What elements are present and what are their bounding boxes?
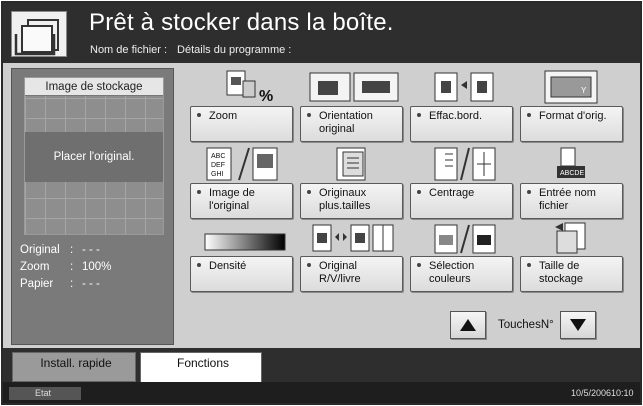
original-orientation-button[interactable]: Orientation original (300, 106, 403, 142)
program-details-label: Détails du programme : (177, 44, 292, 56)
centering-button[interactable]: Centrage (410, 183, 513, 219)
scroll-up-button[interactable] (450, 311, 486, 339)
mixed-size-icon (336, 147, 366, 181)
scroll-label: TouchesN° (498, 319, 554, 331)
filename-label: Nom de fichier : (90, 44, 168, 56)
duplex-book-icon (312, 224, 394, 252)
status-zoom: Zoom: 100% (20, 261, 112, 273)
svg-text:ABC: ABC (211, 153, 225, 160)
centering-icon (434, 147, 496, 181)
page-title: Prêt à stocker dans la boîte. (89, 9, 394, 36)
screen: Prêt à stocker dans la boîte. Nom de fic… (1, 1, 642, 405)
color-selection-button[interactable]: Sélection couleurs (410, 256, 513, 292)
triangle-up-icon (460, 319, 476, 331)
svg-text:%: % (259, 88, 273, 105)
tab-quick-setup[interactable]: Install. rapide (12, 352, 136, 382)
svg-text:GHI: GHI (211, 171, 224, 178)
storage-size-button[interactable]: Taille de stockage (520, 256, 623, 292)
density-icon (204, 233, 286, 251)
preview-panel: Image de stockage Placer l'original. Ori… (11, 68, 174, 345)
mixed-size-originals-button[interactable]: Originaux plus.tailles (300, 183, 403, 219)
storage-size-icon (555, 222, 586, 254)
svg-text:Y: Y (581, 86, 587, 95)
place-original-message: Placer l'original. (25, 132, 163, 182)
original-image-icon: ABC DEF GHI (206, 147, 278, 181)
svg-text:ABCDE: ABCDE (560, 170, 584, 177)
border-erase-icon (434, 72, 494, 102)
file-name-icon: ABCDE (557, 147, 585, 178)
status-bar: Etat 10/5/2006 10:10 (3, 382, 640, 403)
density-button[interactable]: Densité (190, 256, 293, 292)
storage-image-preview: Image de stockage Placer l'original. (24, 77, 164, 235)
duplex-book-original-button[interactable]: Original R/V/livre (300, 256, 403, 292)
zoom-icon: % (226, 70, 273, 105)
color-selection-icon (434, 224, 496, 254)
tab-functions[interactable]: Fonctions (140, 352, 262, 383)
original-image-button[interactable]: Image de l'original (190, 183, 293, 219)
status-time: 10:10 (611, 388, 634, 398)
header-subtitle: Nom de fichier : Détails du programme : (90, 44, 291, 56)
status-paper: Papier: - - - (20, 278, 100, 290)
zoom-button[interactable]: Zoom (190, 106, 293, 142)
file-name-entry-button[interactable]: Entrée nom fichier (520, 183, 623, 219)
original-size-icon: Y (544, 70, 598, 104)
orientation-icon (309, 72, 399, 102)
scroll-down-button[interactable] (560, 311, 596, 339)
original-size-button[interactable]: Format d'orig. (520, 106, 623, 142)
document-box-icon (11, 11, 67, 57)
header-bar: Prêt à stocker dans la boîte. Nom de fic… (3, 3, 640, 63)
status-date: 10/5/2006 (571, 388, 612, 398)
triangle-down-icon (570, 319, 586, 331)
storage-image-title: Image de stockage (25, 78, 163, 96)
svg-text:DEF: DEF (211, 162, 225, 169)
border-erase-button[interactable]: Effac.bord. (410, 106, 513, 142)
status-original: Original: - - - (20, 244, 100, 256)
status-button[interactable]: Etat (9, 387, 81, 400)
